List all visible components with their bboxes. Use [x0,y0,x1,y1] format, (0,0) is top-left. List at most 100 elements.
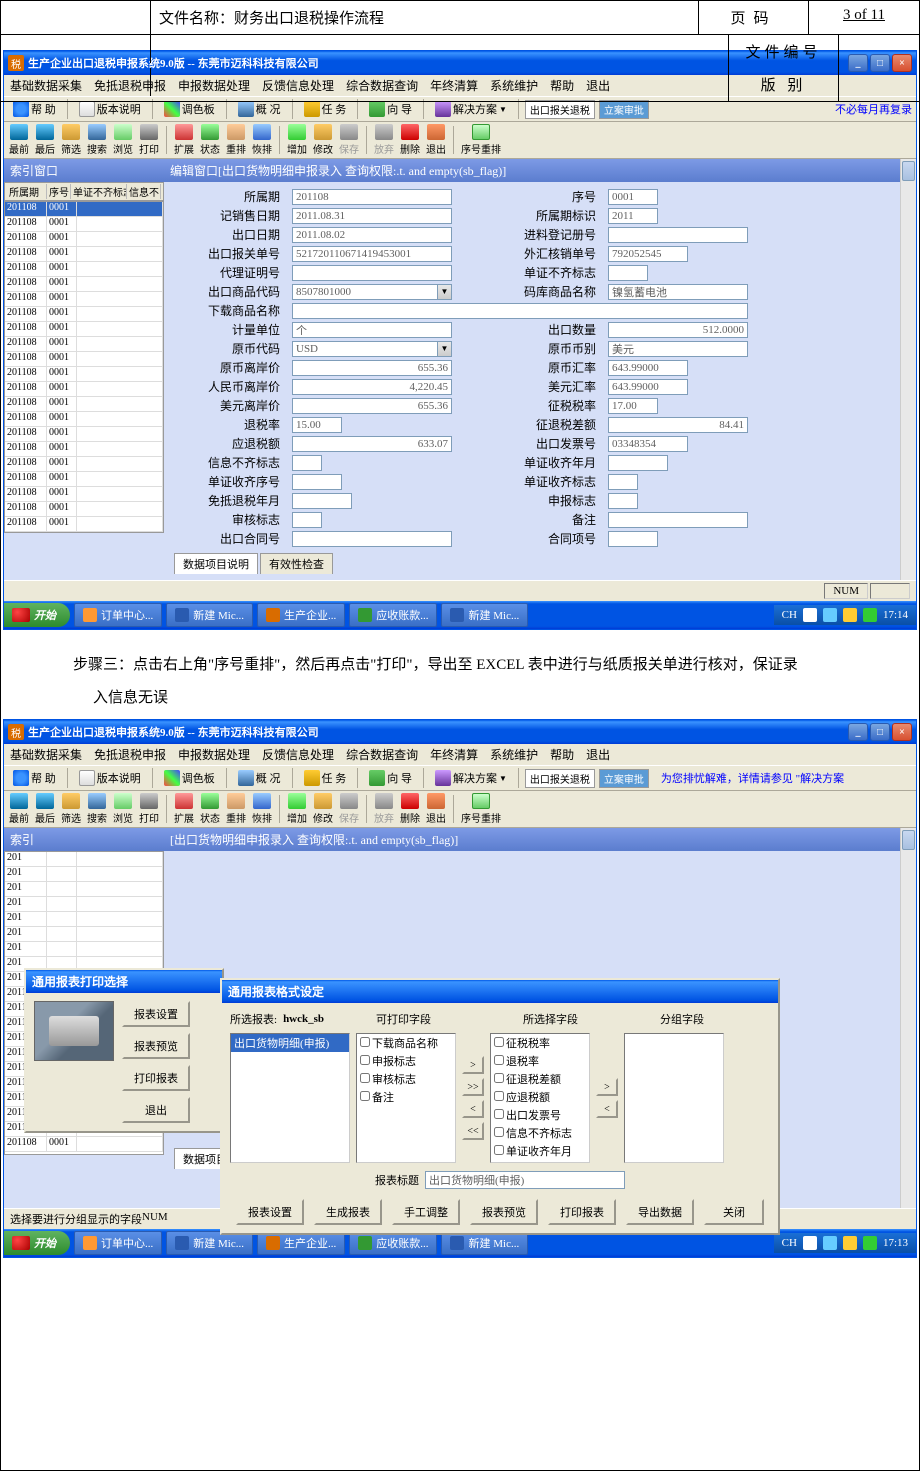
vscroll[interactable] [900,159,916,580]
inp-report-title[interactable]: 出口货物明细(申报) [425,1171,625,1189]
tb2-sort[interactable]: 重排 [223,792,249,826]
inp-unit[interactable]: 个 [292,322,452,338]
table-row[interactable]: 201 [5,867,163,882]
tb-version[interactable]: 版本说明 [74,768,146,788]
inp-fxwrite[interactable]: 792052545 [608,246,688,262]
inp-rmbfob[interactable]: 4,220.45 [292,379,452,395]
tray-icon-4[interactable] [863,608,877,622]
tray-icon-3[interactable] [843,1236,857,1250]
table-row[interactable]: 2011080001 [5,292,163,307]
inp-exemptmonth[interactable] [292,493,352,509]
ime-indicator[interactable]: CH [782,609,797,621]
btn-preview[interactable]: 报表预览 [470,1199,538,1225]
list-grouped[interactable] [624,1033,724,1163]
titlebar-2[interactable]: 税 生产企业出口退税申报系统9.0版 -- 东莞市迈科科技有限公司 _ □ × [4,720,916,744]
task-order[interactable]: 订单中心... [74,1231,162,1255]
tray-icon-3[interactable] [843,608,857,622]
inp-period[interactable]: 201108 [292,189,452,205]
tb2-refresh[interactable]: 恢排 [249,123,275,157]
minimize-button[interactable]: _ [848,723,868,741]
menu-help[interactable]: 帮助 [550,746,574,763]
list-item[interactable]: 备注 [357,1088,455,1106]
inp-exportdate[interactable]: 2011.08.02 [292,227,452,243]
table-row[interactable]: 2011080001 [5,427,163,442]
inp-seq[interactable]: 0001 [608,189,658,205]
list-item[interactable]: 信息不齐标志 [491,1124,589,1142]
tb2-renum[interactable]: 序号重排 [458,123,504,157]
task-receivable[interactable]: 应收账款... [349,603,437,627]
tb-overview[interactable]: 概 况 [233,99,286,119]
menu-feedback[interactable]: 反馈信息处理 [262,746,334,763]
scroll-thumb[interactable] [902,830,915,850]
tb-badge-approve[interactable]: 立案审批 [599,769,649,788]
tb2-first[interactable]: 最前 [6,123,32,157]
inp-taxrate[interactable]: 17.00 [608,398,658,414]
print-dialog-title[interactable]: 通用报表打印选择 [26,970,222,993]
list-printable[interactable]: 下载商品名称申报标志审核标志备注 [356,1033,456,1163]
tb2-status[interactable]: 状态 [197,123,223,157]
tb2-exit[interactable]: 退出 [423,792,449,826]
btn-move-left-2[interactable]: < [596,1100,618,1118]
tab-data-desc[interactable]: 数据项目说明 [174,553,258,574]
btn-move-right-2[interactable]: > [596,1078,618,1096]
tb2-search[interactable]: 搜索 [84,123,110,157]
tb2-refresh[interactable]: 恢排 [249,792,275,826]
tb2-browse[interactable]: 浏览 [110,123,136,157]
system-tray-2[interactable]: CH 17:13 [774,1233,916,1253]
btn-move-all-right[interactable]: >> [462,1078,484,1096]
inp-docseq[interactable] [292,474,342,490]
inp-declflag[interactable] [608,493,638,509]
inp-rate[interactable]: 643.99000 [608,360,688,376]
table-row[interactable]: 2011080001 [5,472,163,487]
inp-diff[interactable]: 84.41 [608,417,748,433]
checkbox[interactable] [494,1145,504,1155]
inp-docflag[interactable] [608,265,648,281]
menu-exit[interactable]: 退出 [586,746,610,763]
tb2-sort[interactable]: 重排 [223,123,249,157]
list-reports[interactable]: 出口货物明细(申报) [230,1033,350,1163]
menu-exempt-declare[interactable]: 免抵退税申报 [94,746,166,763]
btn-print[interactable]: 打印报表 [548,1199,616,1225]
table-row[interactable]: 201 [5,942,163,957]
maximize-button[interactable]: □ [870,723,890,741]
tb-help[interactable]: 帮 助 [8,99,61,119]
checkbox[interactable] [360,1073,370,1083]
btn-generate[interactable]: 生成报表 [314,1199,382,1225]
table-row[interactable]: 2011080001 [5,217,163,232]
tray-icon-2[interactable] [823,1236,837,1250]
inp-feedreg[interactable] [608,227,748,243]
menu-yearend[interactable]: 年终清算 [430,746,478,763]
task-word-1[interactable]: 新建 Mic... [166,603,253,627]
table-row[interactable]: 2011080001 [5,412,163,427]
list-item[interactable]: 审核标志 [357,1070,455,1088]
inp-contractno[interactable] [292,531,452,547]
tb-palette[interactable]: 调色板 [159,99,220,119]
inp-docflag2[interactable] [608,474,638,490]
inp-usdfob[interactable]: 655.36 [292,398,452,414]
inp-goodscode[interactable]: 8507801000▼ [292,284,452,300]
table-row[interactable]: 2011080001 [5,322,163,337]
tb2-print[interactable]: 打印 [136,792,162,826]
list-item[interactable]: 申报标志 [357,1052,455,1070]
inp-periodflag[interactable]: 2011 [608,208,658,224]
inp-invoice[interactable]: 03348354 [608,436,688,452]
checkbox[interactable] [494,1073,504,1083]
inp-currname[interactable]: 美元 [608,341,748,357]
btn-move-right[interactable]: > [462,1056,484,1074]
tb-nav[interactable]: 向 导 [364,768,417,788]
tb-badge-customs[interactable]: 出口报关退税 [525,100,595,119]
tb2-filter[interactable]: 筛选 [58,123,84,157]
inp-infoflag[interactable] [292,455,322,471]
list-item[interactable]: 退税率 [491,1052,589,1070]
inp-saledate[interactable]: 2011.08.31 [292,208,452,224]
table-row[interactable]: 2011080001 [5,397,163,412]
tb-solution[interactable]: 解决方案▼ [430,99,512,119]
inp-customsno[interactable]: 521720110671419453001 [292,246,452,262]
task-word-2[interactable]: 新建 Mic... [441,603,528,627]
list-item[interactable]: 出口货物明细(申报) [231,1034,349,1052]
checkbox[interactable] [360,1037,370,1047]
tb2-status[interactable]: 状态 [197,792,223,826]
tray-icon-1[interactable] [803,1236,817,1250]
scroll-thumb[interactable] [902,161,915,181]
menu-declare-process[interactable]: 申报数据处理 [178,746,250,763]
